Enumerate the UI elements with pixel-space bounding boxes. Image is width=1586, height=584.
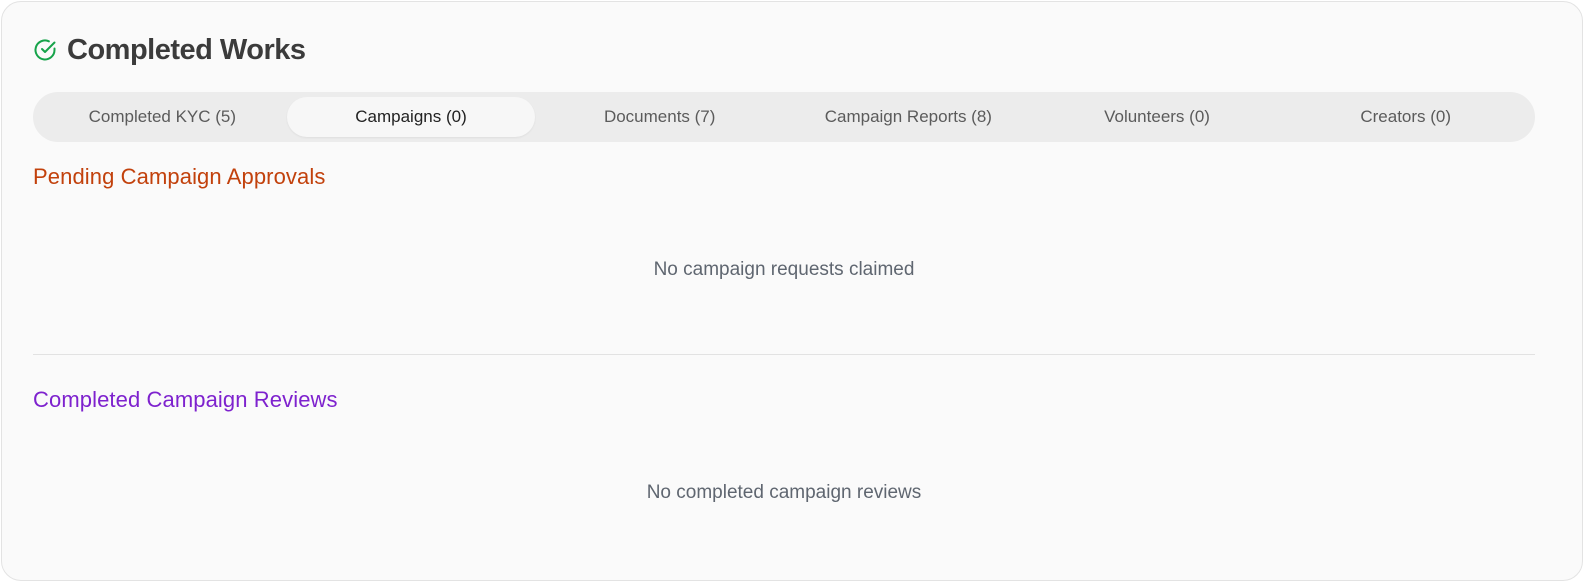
tab-bar: Completed KYC (5) Campaigns (0) Document…: [33, 92, 1535, 142]
tab-creators[interactable]: Creators (0): [1281, 97, 1530, 137]
pending-approvals-heading: Pending Campaign Approvals: [33, 164, 326, 189]
pending-approvals-empty-message: No campaign requests claimed: [653, 259, 915, 280]
tab-completed-kyc[interactable]: Completed KYC (5): [38, 97, 287, 137]
tab-campaigns[interactable]: Campaigns (0): [286, 97, 536, 137]
card-header: Completed Works: [33, 32, 306, 68]
tab-volunteers[interactable]: Volunteers (0): [1033, 97, 1282, 137]
check-circle-icon: [33, 38, 57, 62]
tab-documents[interactable]: Documents (7): [535, 97, 784, 137]
tab-campaign-reports[interactable]: Campaign Reports (8): [784, 97, 1033, 137]
completed-works-card: Completed Works Completed KYC (5) Campai…: [1, 1, 1583, 581]
completed-reviews-heading: Completed Campaign Reviews: [33, 387, 338, 412]
page-title: Completed Works: [67, 33, 306, 66]
completed-reviews-empty-message: No completed campaign reviews: [646, 482, 922, 503]
section-divider: [33, 354, 1535, 355]
